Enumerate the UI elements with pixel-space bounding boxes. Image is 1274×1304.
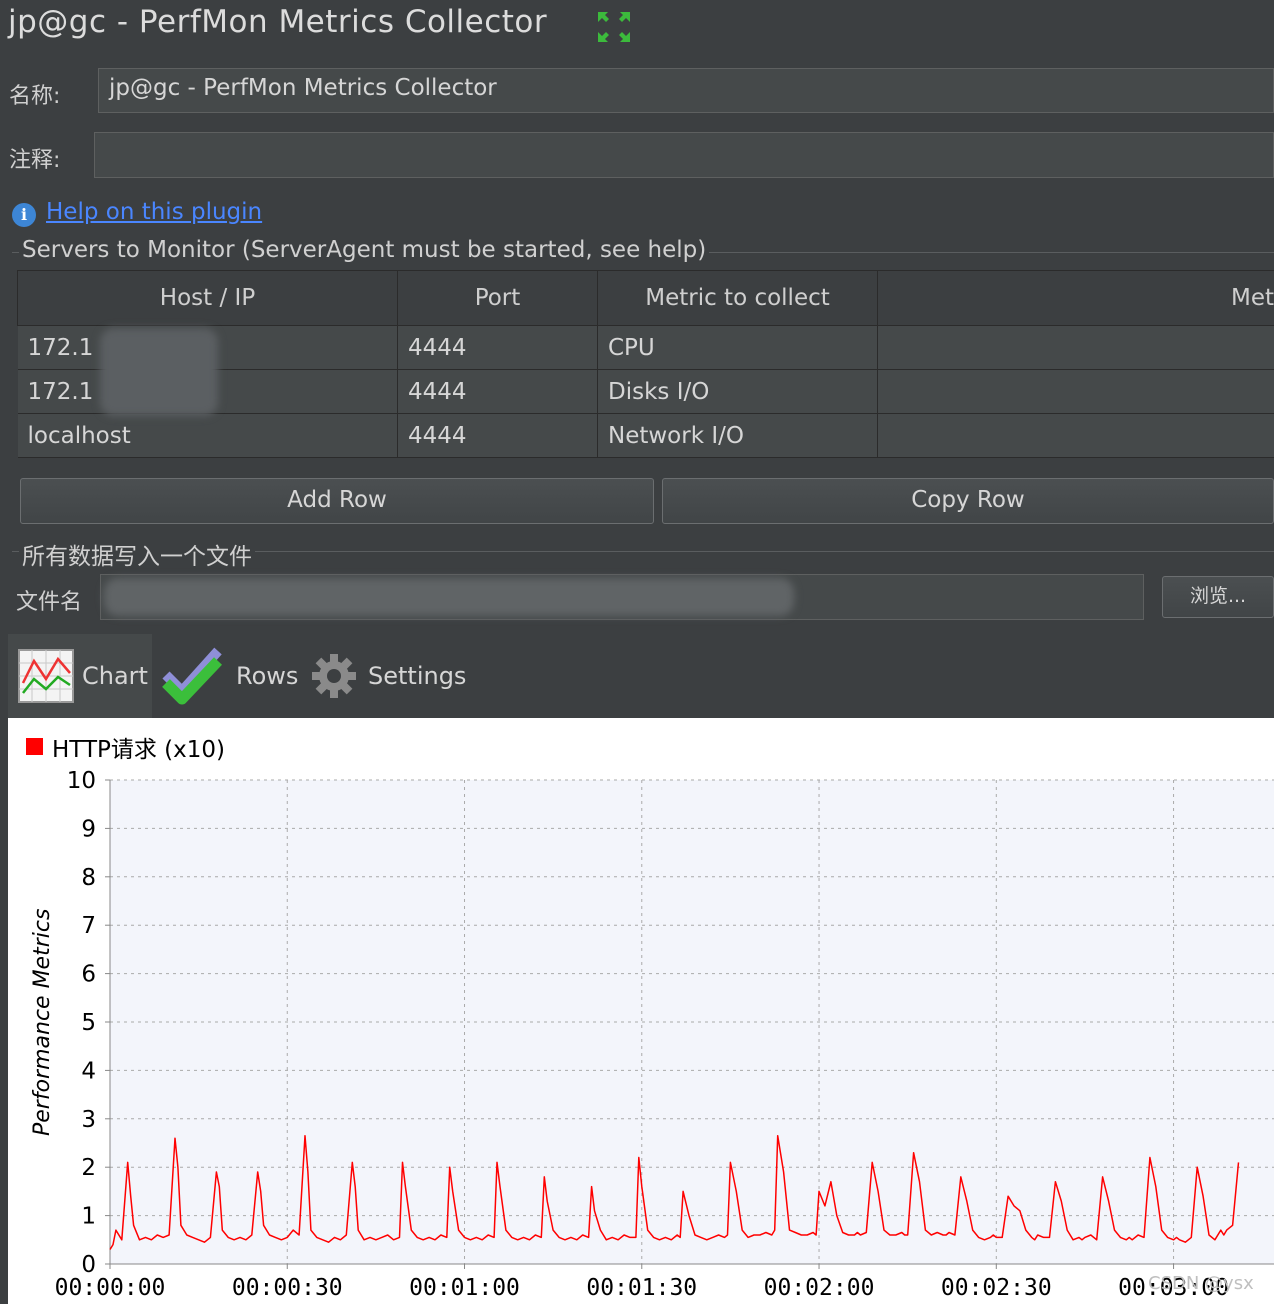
x-tick-label: 00:01:30	[586, 1275, 697, 1301]
tab-rows[interactable]: Rows	[162, 634, 302, 718]
y-tick-label: 4	[81, 1058, 96, 1084]
y-tick-label: 5	[81, 1010, 96, 1036]
name-label: 名称:	[9, 84, 61, 109]
comment-input[interactable]	[94, 132, 1274, 178]
y-tick-label: 8	[81, 865, 96, 891]
y-tick-label: 1	[81, 1204, 96, 1230]
add-row-button[interactable]: Add Row	[20, 478, 654, 524]
file-section-title: 所有数据写入一个文件	[19, 537, 255, 571]
x-tick-label: 00:00:00	[55, 1275, 166, 1301]
expand-icon[interactable]	[596, 10, 632, 44]
comment-label: 注释:	[9, 148, 61, 173]
tab-rows-label: Rows	[236, 662, 299, 690]
port-cell[interactable]: 4444	[397, 413, 598, 458]
redaction-blur	[100, 328, 218, 416]
metric-params-cell[interactable]	[877, 325, 1274, 370]
info-icon: i	[12, 203, 36, 227]
table-row[interactable]: localhost 4444 Network I/O	[17, 413, 1274, 458]
x-tick-label: 00:00:30	[232, 1275, 343, 1301]
x-tick-label: 00:01:00	[409, 1275, 520, 1301]
y-tick-label: 6	[81, 962, 96, 988]
y-tick-label: 10	[67, 768, 96, 794]
y-tick-label: 7	[81, 913, 96, 939]
name-input[interactable]: jp@gc - PerfMon Metrics Collector	[98, 68, 1274, 113]
column-header-metric-params[interactable]: Met	[877, 270, 1274, 326]
metric-cell[interactable]: CPU	[597, 325, 878, 370]
tab-settings-label: Settings	[368, 662, 467, 690]
redaction-blur	[104, 578, 794, 616]
y-tick-label: 2	[81, 1155, 96, 1181]
metric-params-cell[interactable]	[877, 413, 1274, 458]
copy-row-button[interactable]: Copy Row	[662, 478, 1274, 524]
tab-settings[interactable]: Settings	[310, 634, 470, 718]
tab-chart-label: Chart	[82, 662, 148, 690]
port-cell[interactable]: 4444	[397, 369, 598, 414]
checkmark-icon	[162, 645, 224, 707]
gear-icon	[310, 652, 358, 700]
column-header-host[interactable]: Host / IP	[17, 270, 398, 326]
performance-chart[interactable]: 01234567891000:00:00 00:00:30 00:01:00 00:0…	[8, 718, 1274, 1304]
browse-button[interactable]: 浏览...	[1162, 576, 1274, 618]
host-cell[interactable]: localhost	[17, 413, 398, 458]
chart-icon	[18, 649, 74, 703]
column-header-port[interactable]: Port	[397, 270, 598, 326]
metric-params-cell[interactable]	[877, 369, 1274, 414]
filename-label: 文件名	[16, 590, 83, 615]
y-tick-label: 9	[81, 816, 96, 842]
help-link[interactable]: Help on this plugin	[46, 199, 262, 225]
tab-chart[interactable]: Chart	[8, 634, 152, 718]
window-title: jp@gc - PerfMon Metrics Collector	[8, 4, 548, 40]
servers-table-header: Host / IP Port Metric to collect Met	[17, 270, 1274, 326]
chart-panel: HTTP请求 (x10) Performance Metrics 0123456…	[8, 718, 1274, 1304]
y-tick-label: 3	[81, 1107, 96, 1133]
watermark: CSDN @ysx	[1148, 1273, 1254, 1294]
x-tick-label: 00:02:30	[941, 1275, 1052, 1301]
x-tick-label: 00:02:00	[764, 1275, 875, 1301]
metric-cell[interactable]: Network I/O	[597, 413, 878, 458]
port-cell[interactable]: 4444	[397, 325, 598, 370]
servers-section-title: Servers to Monitor (ServerAgent must be …	[19, 237, 710, 263]
metric-cell[interactable]: Disks I/O	[597, 369, 878, 414]
column-header-metric[interactable]: Metric to collect	[597, 270, 878, 326]
